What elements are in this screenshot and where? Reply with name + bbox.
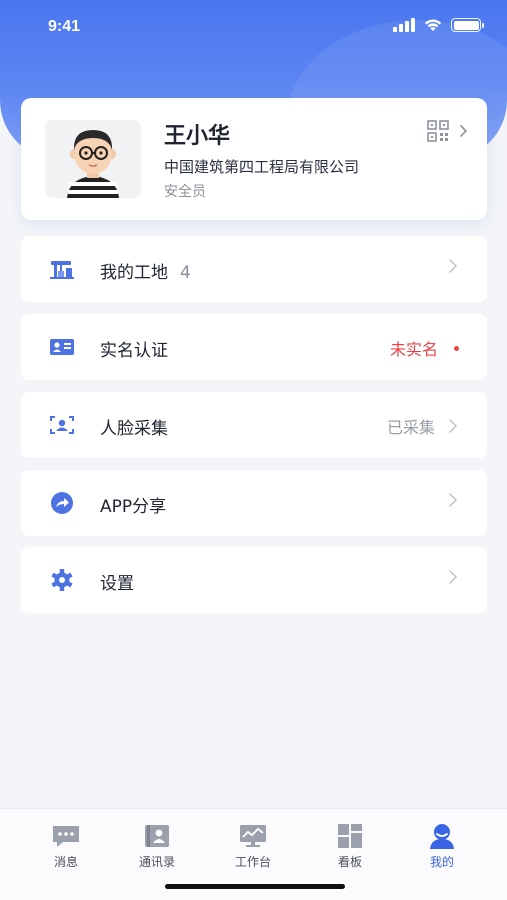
profile-role: 安全员 bbox=[164, 184, 206, 200]
gear-icon bbox=[51, 569, 73, 591]
site-count: 4 bbox=[180, 263, 191, 283]
menu-label: APP分享 bbox=[100, 497, 167, 517]
tab-messages[interactable]: 消息 bbox=[26, 823, 106, 870]
home-indicator bbox=[165, 884, 345, 889]
qr-code-button[interactable] bbox=[427, 120, 469, 142]
chevron-right-icon bbox=[449, 259, 458, 273]
chevron-right-icon bbox=[460, 125, 468, 137]
verification-status: 未实名 bbox=[389, 340, 438, 359]
chevron-right-icon bbox=[449, 419, 458, 433]
face-capture-status: 已采集 bbox=[386, 418, 435, 437]
menu-item-settings[interactable]: 设置 bbox=[21, 547, 487, 613]
construction-site-icon bbox=[50, 261, 74, 279]
status-icons bbox=[393, 18, 484, 32]
tab-dashboard[interactable]: 看板 bbox=[310, 823, 390, 870]
dashboard-icon bbox=[338, 824, 362, 848]
wifi-icon bbox=[424, 19, 442, 31]
tab-profile[interactable]: 我的 bbox=[402, 823, 482, 870]
contacts-icon bbox=[145, 825, 169, 847]
menu-item-app-share[interactable]: APP分享 bbox=[21, 470, 487, 536]
avatar bbox=[45, 120, 141, 198]
profile-name: 王小华 bbox=[164, 124, 231, 149]
menu-label: 人脸采集 bbox=[100, 419, 168, 439]
face-scan-icon bbox=[50, 416, 74, 434]
qr-code-icon bbox=[427, 120, 449, 142]
share-icon bbox=[51, 492, 73, 514]
tab-contacts[interactable]: 通讯录 bbox=[117, 823, 197, 870]
alert-dot bbox=[454, 345, 459, 351]
menu-label: 实名认证 bbox=[100, 341, 168, 361]
profile-card[interactable]: 王小华 中国建筑第四工程局有限公司 安全员 bbox=[21, 98, 487, 220]
menu-item-verification[interactable]: 实名认证 未实名 bbox=[21, 314, 487, 380]
profile-icon bbox=[430, 824, 454, 849]
chevron-right-icon bbox=[449, 493, 458, 507]
profile-company: 中国建筑第四工程局有限公司 bbox=[164, 158, 360, 176]
battery-icon bbox=[451, 18, 484, 32]
signal-icon bbox=[393, 18, 415, 32]
status-bar: 9:41 bbox=[0, 0, 507, 56]
message-icon bbox=[53, 826, 79, 847]
menu-item-face-capture[interactable]: 人脸采集 已采集 bbox=[21, 392, 487, 458]
menu-label: 我的工地 4 bbox=[100, 263, 191, 283]
id-card-icon bbox=[50, 339, 74, 355]
tab-workbench[interactable]: 工作台 bbox=[213, 823, 293, 870]
chevron-right-icon bbox=[449, 570, 458, 584]
menu-label: 设置 bbox=[100, 574, 134, 594]
menu-item-my-sites[interactable]: 我的工地 4 bbox=[21, 236, 487, 302]
status-time: 9:41 bbox=[48, 18, 81, 35]
workbench-icon bbox=[240, 825, 266, 847]
